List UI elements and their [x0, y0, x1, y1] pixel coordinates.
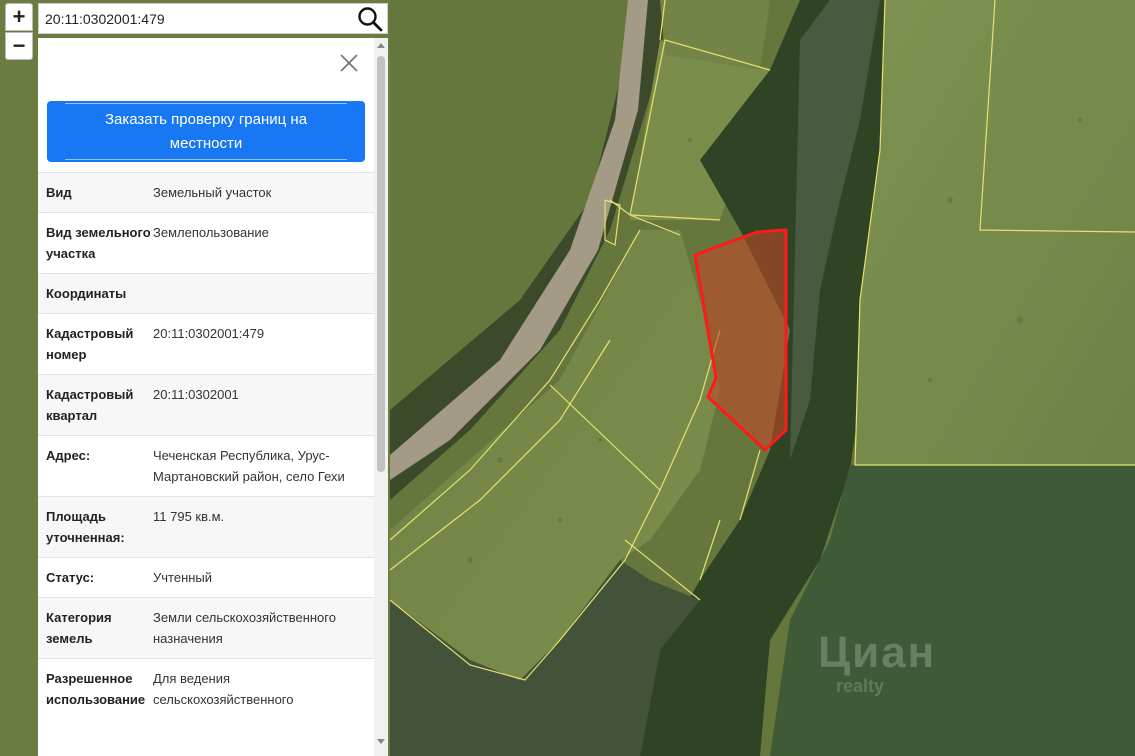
info-row: Площадь уточненная: 11 795 кв.м. — [38, 496, 374, 557]
info-row: Вид Земельный участок — [38, 172, 374, 212]
close-button[interactable] — [338, 52, 360, 74]
search-icon — [358, 6, 383, 31]
row-key: Вид земельного участка — [46, 225, 151, 261]
row-key: Координаты — [46, 286, 127, 301]
info-table: Вид Земельный участок Вид земельного учас… — [38, 172, 374, 719]
row-value: Землепользование — [153, 225, 269, 240]
row-key: Вид — [46, 185, 72, 200]
info-row: Кадастровый номер 20:11:0302001:479 — [38, 313, 374, 374]
search-input[interactable] — [39, 4, 353, 33]
panel-scrollbar[interactable] — [374, 38, 388, 756]
info-row: Кадастровый квартал 20:11:0302001 — [38, 374, 374, 435]
close-icon — [340, 54, 358, 72]
row-value: 20:11:0302001 — [153, 387, 239, 402]
row-value: Земельный участок — [153, 185, 272, 200]
row-value: 11 795 кв.м. — [153, 509, 225, 524]
row-key: Статус: — [46, 570, 95, 585]
info-row: Адрес: Чеченская Республика, Урус-Мартано… — [38, 435, 374, 496]
row-value: Для ведения сельскохозяйственного — [153, 671, 294, 707]
info-panel: Заказать проверку границ на местности Ви… — [38, 38, 388, 756]
row-key: Адрес: — [46, 448, 91, 463]
row-key: Разрешенное использование — [46, 671, 146, 707]
row-value: 20:11:0302001:479 — [153, 326, 265, 341]
zoom-in-button[interactable]: + — [5, 3, 33, 31]
row-value: Земли сельскохозяйственного назначения — [153, 610, 336, 646]
row-value: Учтенный — [153, 570, 213, 585]
row-value: Чеченская Республика, Урус-Мартановский … — [153, 448, 345, 484]
info-row: Категория земель Земли сельскохозяйственн… — [38, 597, 374, 658]
search-bar — [38, 3, 388, 34]
zoom-out-button[interactable]: − — [5, 32, 33, 60]
search-button[interactable] — [353, 4, 387, 33]
row-value — [153, 283, 374, 304]
info-row: Разрешенное использование Для ведения сел… — [38, 658, 374, 719]
info-row: Координаты — [38, 273, 374, 313]
row-key: Кадастровый номер — [46, 326, 134, 362]
row-key: Площадь уточненная: — [46, 509, 125, 545]
watermark-sub: realty — [836, 676, 885, 696]
scroll-thumb[interactable] — [377, 56, 385, 472]
info-row: Статус: Учтенный — [38, 557, 374, 597]
scroll-up-icon[interactable] — [377, 43, 385, 48]
row-key: Кадастровый квартал — [46, 387, 134, 423]
order-boundary-check-button[interactable]: Заказать проверку границ на местности — [47, 101, 365, 162]
row-key: Категория земель — [46, 610, 112, 646]
info-row: Вид земельного участка Землепользование — [38, 212, 374, 273]
watermark-logo: Циан — [818, 628, 937, 677]
scroll-down-icon[interactable] — [377, 739, 385, 744]
